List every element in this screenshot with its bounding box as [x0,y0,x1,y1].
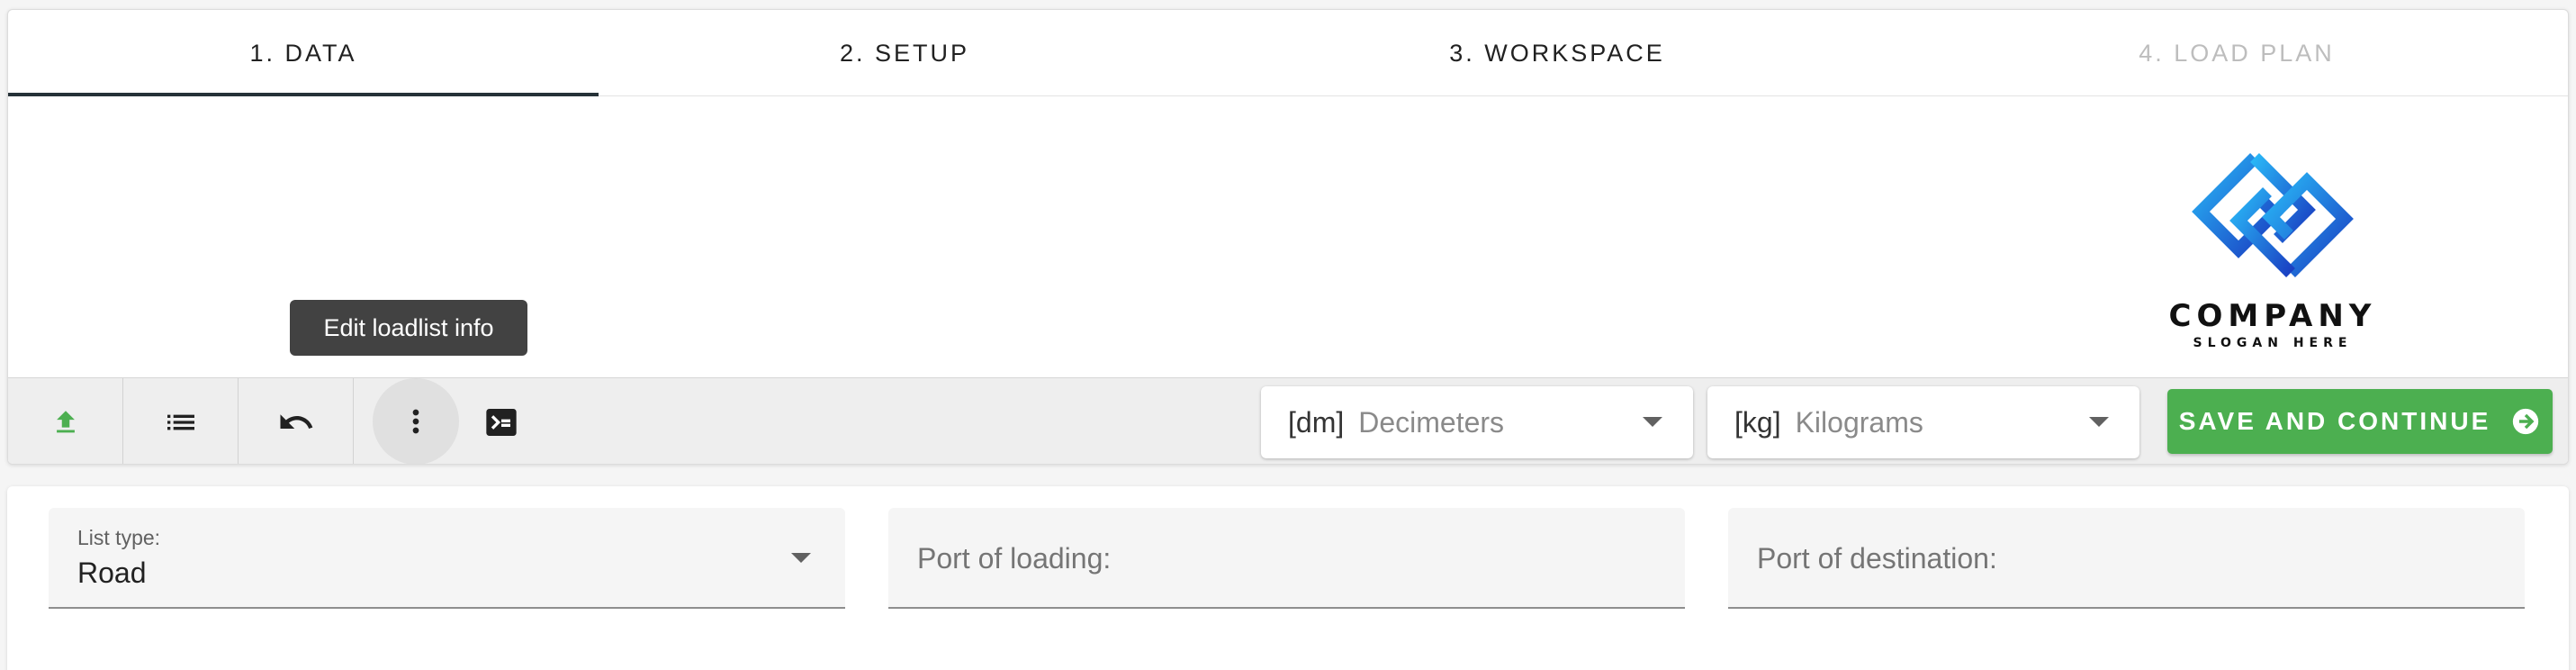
weight-unit-prefix: [kg] [1734,405,1781,439]
console-icon [486,409,517,436]
upload-button[interactable] [8,378,123,464]
tab-workspace[interactable]: 3. WORKSPACE [1211,10,1904,96]
chevron-down-icon [791,553,811,563]
list-type-label: List type: [77,526,161,549]
length-unit-value: Decimeters [1358,405,1505,439]
port-of-destination-field[interactable]: Port of destination: [1728,508,2525,609]
logo-icon [2192,153,2354,277]
loadlist-info-panel: List type: Road Port of loading: Port of… [7,486,2569,670]
list-icon [167,414,194,430]
company-logo: COMPANY SLOGAN HERE [2156,136,2390,352]
chevron-down-icon [2089,417,2109,427]
save-and-continue-button[interactable]: SAVE AND CONTINUE [2167,389,2553,454]
list-button[interactable] [123,378,239,464]
more-options-button[interactable] [373,378,459,464]
more-vert-icon [412,409,419,434]
stepper-tabs: 1. DATA 2. SETUP 3. WORKSPACE 4. LOAD PL… [8,10,2568,96]
length-unit-select[interactable]: [dm] Decimeters [1261,386,1693,458]
logo-slogan: SLOGAN HERE [2193,336,2353,350]
tab-setup[interactable]: 2. SETUP [599,10,1211,96]
chevron-down-icon [1643,417,1662,427]
console-button[interactable] [465,378,537,464]
list-type-value: Road [77,557,147,589]
port-of-destination-placeholder: Port of destination: [1757,542,1997,575]
weight-unit-select[interactable]: [kg] Kilograms [1707,386,2139,458]
port-of-loading-placeholder: Port of loading: [917,542,1112,575]
upload-icon [56,411,75,433]
save-button-label: SAVE AND CONTINUE [2178,407,2491,435]
edit-loadlist-tooltip: Edit loadlist info [290,300,527,356]
active-tab-indicator [8,93,599,96]
list-type-select[interactable]: List type: Road [49,508,845,609]
undo-icon [280,414,312,429]
port-of-loading-field[interactable]: Port of loading: [888,508,1685,609]
weight-unit-value: Kilograms [1795,405,1923,439]
length-unit-prefix: [dm] [1288,405,1345,439]
tab-data[interactable]: 1. DATA [8,10,599,96]
arrow-right-circle-icon [2513,408,2539,435]
undo-button[interactable] [239,378,354,464]
logo-company-name: COMPANY [2168,298,2377,334]
tab-load-plan: 4. LOAD PLAN [2139,39,2335,67]
